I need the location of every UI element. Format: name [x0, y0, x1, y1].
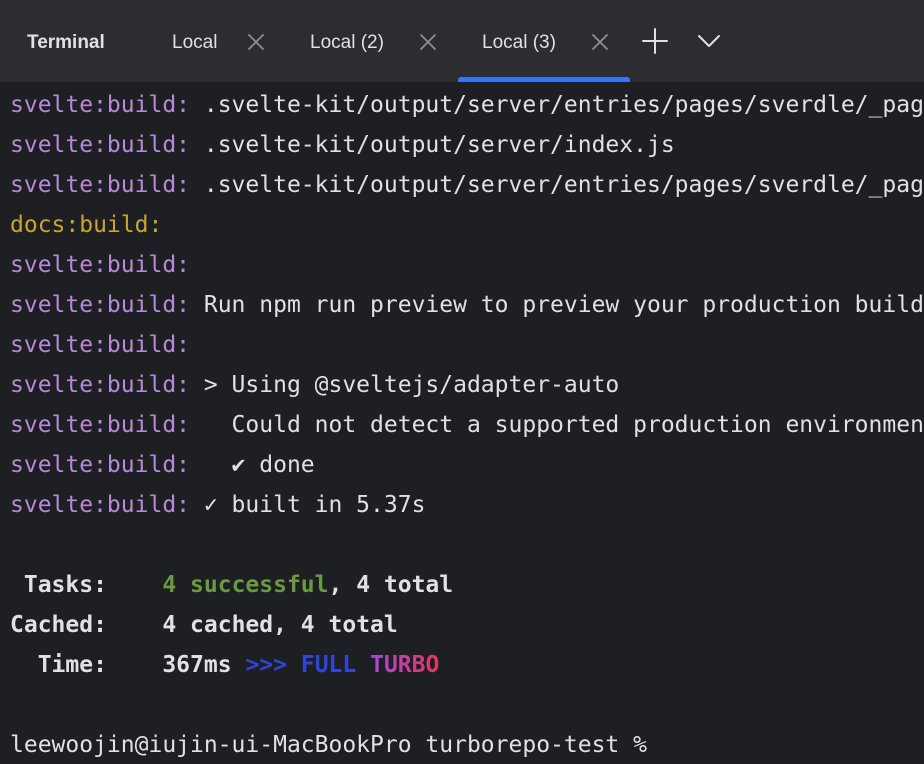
tab-label: Local: [172, 32, 218, 53]
summary-tasks: Tasks: 4 successful, 4 total: [10, 570, 453, 600]
summary-time: Time: 367ms >>> FULL TURBO: [10, 650, 440, 680]
close-icon[interactable]: [418, 32, 438, 52]
time-value: 367ms: [162, 652, 232, 678]
output-line: svelte:build:: [10, 252, 191, 278]
turbo-arrows: >>>: [245, 652, 287, 678]
summary-cached: Cached: 4 cached, 4 total: [10, 610, 398, 640]
tab-local[interactable]: Local: [156, 0, 276, 82]
close-icon[interactable]: [246, 32, 266, 52]
output-line: svelte:build: .svelte-kit/output/server/…: [10, 172, 924, 198]
terminal-output[interactable]: svelte:build: .svelte-kit/output/server/…: [0, 84, 924, 764]
turbo-full: FULL: [300, 652, 357, 678]
output-line: svelte:build:: [10, 332, 191, 358]
new-tab-button[interactable]: [640, 26, 670, 56]
tasks-total: , 4 total: [328, 572, 454, 598]
time-label: Time:: [10, 652, 107, 678]
tab-label: Local (3): [482, 32, 556, 53]
output-line: svelte:build: ✔ done: [10, 452, 315, 478]
terminal-tool-window: Terminal Local Local (2) Local (3) svelt…: [0, 0, 924, 764]
output-line: docs:build:: [10, 212, 163, 238]
shell-prompt: leewoojin@iujin-ui-MacBookPro turborepo-…: [10, 732, 647, 758]
tasks-label: Tasks:: [10, 572, 107, 598]
output-line: svelte:build: .svelte-kit/output/server/…: [10, 132, 675, 158]
tool-window-title: Terminal: [27, 32, 105, 53]
tab-local-3[interactable]: Local (3): [458, 0, 630, 82]
output-line: svelte:build: Could not detect a support…: [10, 412, 924, 438]
tasks-successful: 4 successful: [162, 572, 329, 598]
output-line: svelte:build: Run npm run preview to pre…: [10, 292, 924, 318]
tab-label: Local (2): [310, 32, 384, 53]
output-line: svelte:build: .svelte-kit/output/server/…: [10, 92, 924, 118]
output-line: svelte:build: > Using @sveltejs/adapter-…: [10, 372, 620, 398]
active-tab-indicator: [458, 77, 630, 82]
close-icon[interactable]: [590, 32, 610, 52]
plus-icon: [642, 28, 668, 54]
tab-local-2[interactable]: Local (2): [294, 0, 442, 82]
turbo-word: TURBO: [370, 652, 440, 678]
cached-label: Cached:: [10, 612, 107, 638]
tab-list-button[interactable]: [694, 26, 724, 56]
terminal-tab-bar: Terminal Local Local (2) Local (3): [0, 0, 924, 83]
cached-value: 4 cached, 4 total: [162, 612, 398, 638]
chevron-down-icon: [698, 35, 720, 47]
output-line: svelte:build: ✓ built in 5.37s: [10, 492, 426, 518]
